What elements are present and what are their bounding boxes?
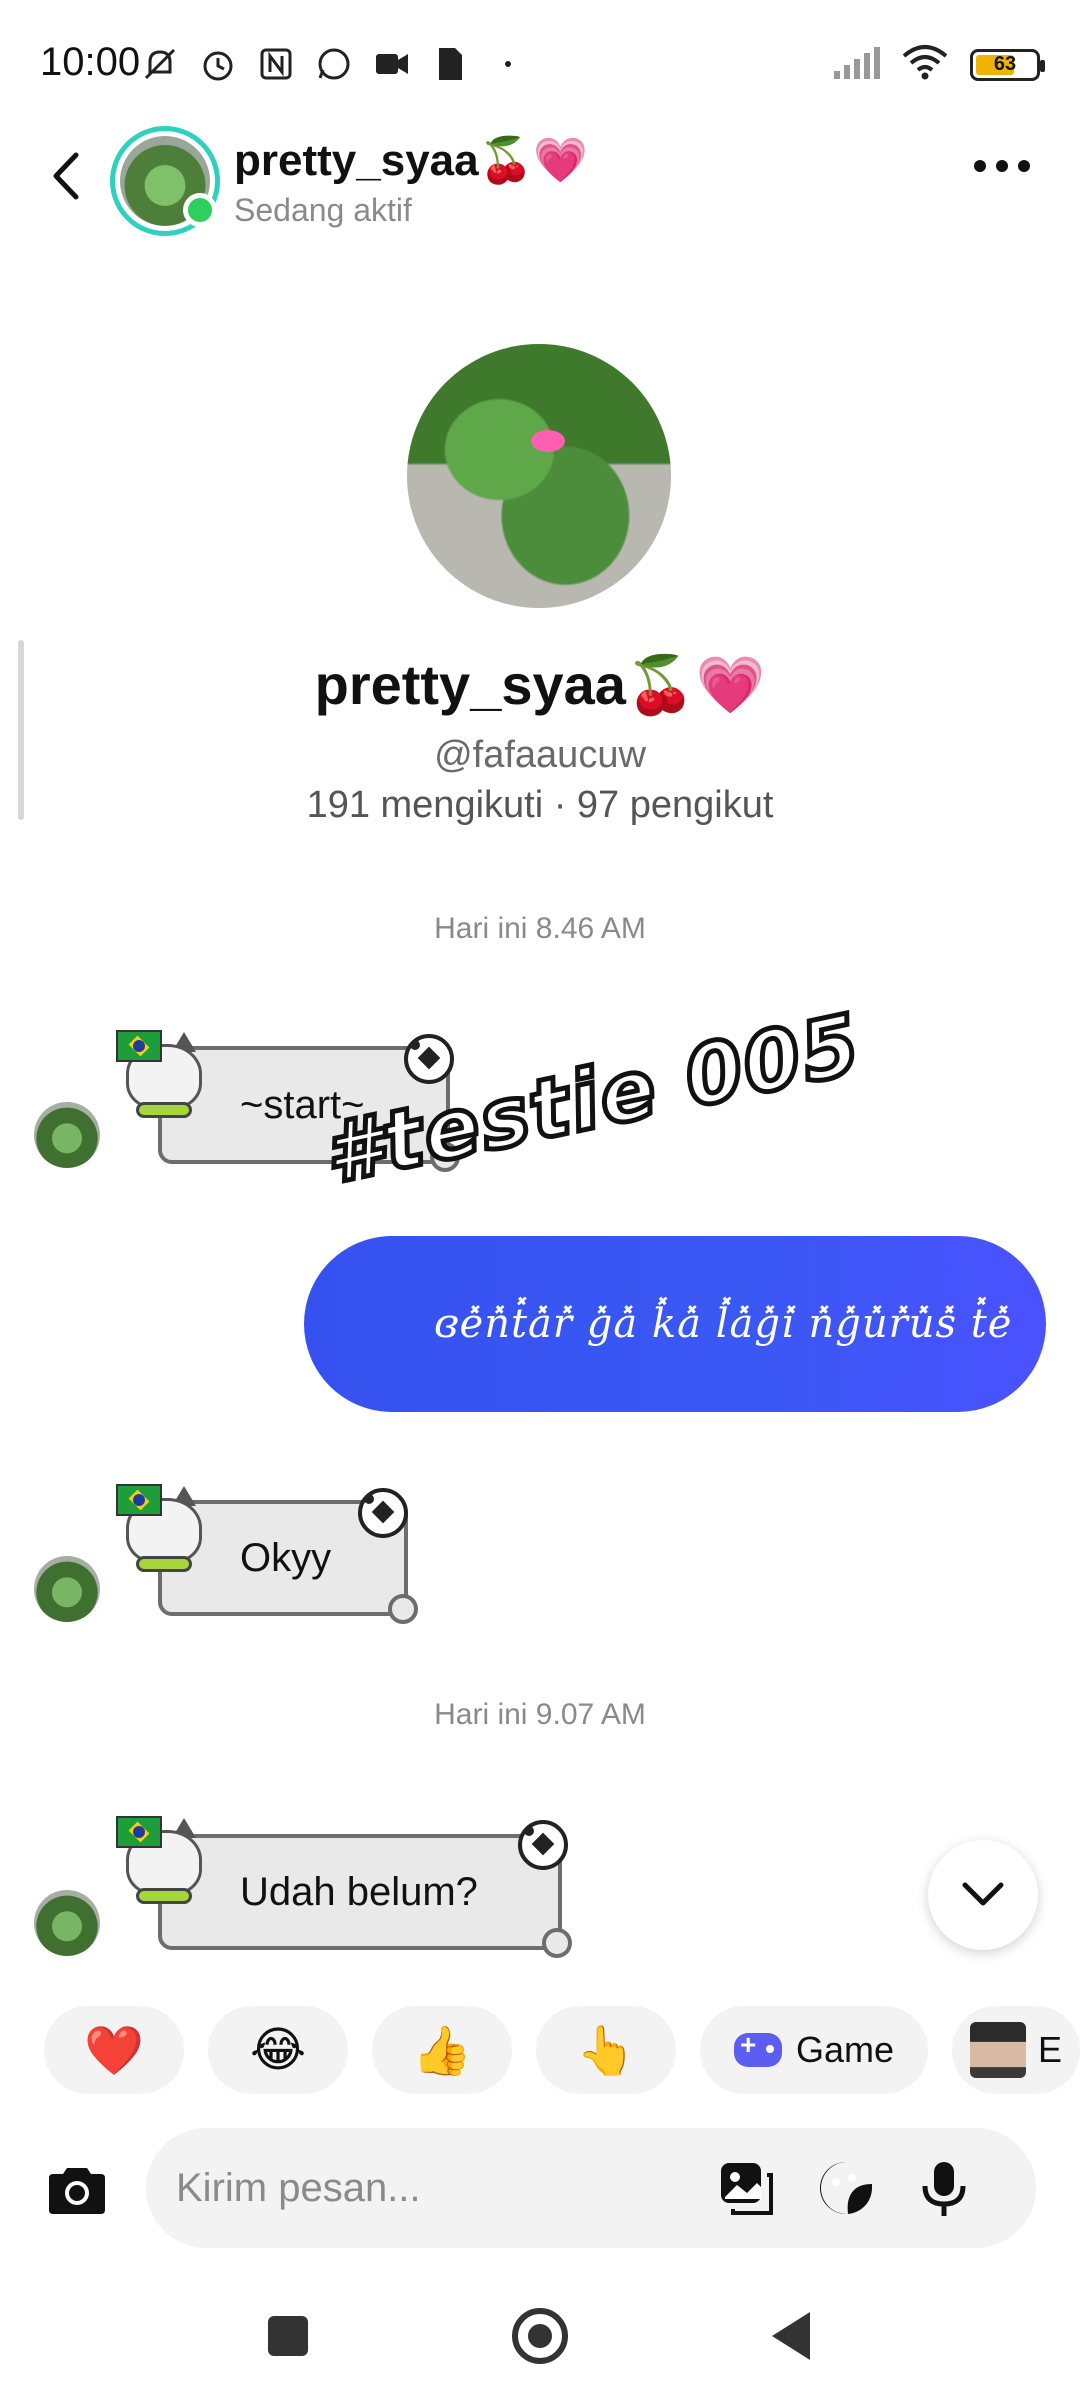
nfc-icon: [256, 44, 296, 84]
camera-icon: [49, 2168, 105, 2214]
message-text: ɞe̽n̽t̽a̽r̽ g̽a̽ k̽a̽ l̽a̽g̽i̽ n̽g̽u̽r̽u…: [434, 1301, 1013, 1347]
scroll-to-bottom-button[interactable]: [928, 1840, 1038, 1950]
battery-icon: 63: [970, 48, 1045, 81]
online-indicator: [183, 193, 217, 227]
soccer-ball-icon: [358, 1488, 408, 1538]
status-bar: 10:00 63: [0, 0, 1080, 130]
reaction-thumbs-up[interactable]: 👍: [372, 2006, 512, 2094]
game-controller-icon: [734, 2029, 782, 2067]
soccer-ball-icon: [404, 1034, 454, 1084]
sticker-icon: [820, 2162, 872, 2215]
chevron-down-icon: [962, 1882, 1004, 1906]
soccer-ball-icon: [518, 1820, 568, 1870]
whatsapp-icon: [314, 44, 354, 84]
gallery-icon: [721, 2163, 773, 2215]
profile-handle: @fafaaucuw: [434, 734, 646, 776]
chat-header: pretty_syaa🍒💗 Sedang aktif: [0, 120, 1080, 240]
active-status: Sedang aktif: [234, 192, 412, 228]
mute-bell-icon: [140, 44, 180, 84]
wifi-icon: [902, 44, 948, 85]
overlay-watermark-text: #testie 005: [314, 994, 872, 1205]
signal-icon: [832, 45, 880, 84]
effect-chip[interactable]: E: [952, 2006, 1080, 2094]
effect-label: E: [1038, 2029, 1063, 2070]
composer: [146, 2128, 1036, 2248]
cat-sticker-icon: [116, 1816, 212, 1912]
recent-apps-button[interactable]: [268, 2316, 308, 2356]
file-icon: [430, 44, 470, 84]
sender-avatar[interactable]: [34, 1890, 100, 1956]
message-input[interactable]: [176, 2128, 676, 2248]
back-arrow-icon: [53, 152, 79, 200]
sticker-button[interactable]: [816, 2158, 876, 2218]
outgoing-message[interactable]: ɞe̽n̽t̽a̽r̽ g̽a̽ k̽a̽ l̽a̽g̽i̽ n̽g̽u̽r̽u…: [304, 1236, 1046, 1412]
header-username[interactable]: pretty_syaa🍒💗: [234, 134, 588, 186]
status-time: 10:00: [40, 40, 141, 84]
profile-avatar[interactable]: [407, 344, 671, 608]
quick-reactions-bar: ❤️ 😂 👍 👆 Game E: [44, 2006, 1080, 2094]
profile-name: pretty_syaa🍒💗: [314, 653, 766, 716]
game-button[interactable]: Game: [700, 2006, 929, 2094]
header-avatar[interactable]: [110, 126, 220, 236]
timestamp: Hari ini 8.46 AM: [434, 912, 646, 945]
back-button[interactable]: [40, 146, 90, 206]
alarm-icon: [198, 44, 238, 84]
system-back-button[interactable]: [772, 2312, 810, 2360]
dot-icon: [488, 44, 528, 84]
face-thumbnail-icon: [970, 2022, 1027, 2078]
battery-level: 63: [993, 53, 1017, 75]
video-icon: [372, 44, 412, 84]
sender-avatar[interactable]: [34, 1556, 100, 1622]
game-label: Game: [796, 2029, 895, 2070]
status-right: 63: [832, 44, 1045, 85]
message-text: Udah belum?: [240, 1869, 478, 1914]
status-icons-left: [140, 44, 528, 84]
profile-stats: 191 mengikuti · 97 pengikut: [306, 784, 774, 826]
message-text: Okyy: [240, 1535, 332, 1580]
timestamp: Hari ini 9.07 AM: [434, 1698, 646, 1731]
incoming-message[interactable]: Udah belum?: [158, 1834, 572, 1958]
home-button[interactable]: [512, 2308, 568, 2364]
reaction-heart[interactable]: ❤️: [44, 2006, 184, 2094]
more-options-button[interactable]: [974, 160, 1030, 172]
sender-avatar[interactable]: [34, 1102, 100, 1168]
reaction-point-up[interactable]: 👆: [536, 2006, 676, 2094]
camera-button[interactable]: [42, 2160, 112, 2220]
cat-sticker-icon: [116, 1484, 212, 1580]
cat-sticker-icon: [116, 1030, 212, 1126]
voice-button[interactable]: [914, 2158, 974, 2218]
gallery-button[interactable]: [716, 2158, 776, 2218]
reaction-laugh[interactable]: 😂: [208, 2006, 348, 2094]
microphone-icon: [922, 2162, 966, 2216]
